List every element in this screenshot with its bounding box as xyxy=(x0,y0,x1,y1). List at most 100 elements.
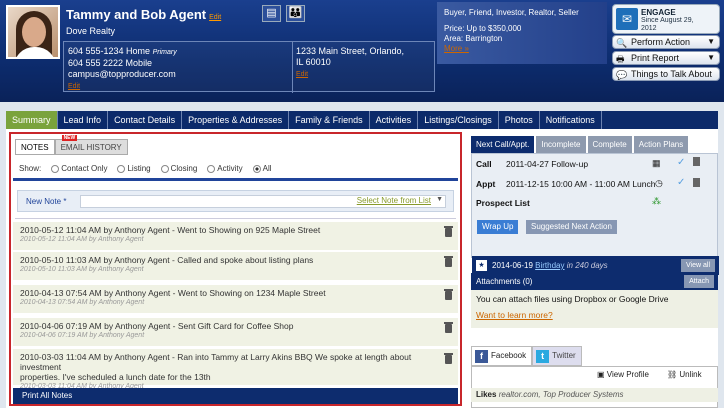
contact-name-text: Tammy and Bob Agent xyxy=(66,7,207,22)
print-report-label: Print Report xyxy=(631,53,680,63)
tab-email-history[interactable]: NEW EMAIL HISTORY xyxy=(54,135,128,155)
engage-since: Since August 29, xyxy=(641,17,694,24)
family-icon[interactable]: 👪 xyxy=(286,5,305,22)
tab-family-friends[interactable]: Family & Friends xyxy=(289,111,370,129)
trash-icon[interactable] xyxy=(444,226,453,237)
email[interactable]: campus@topproducer.com xyxy=(68,69,177,80)
wrap-up-button[interactable]: Wrap Up xyxy=(477,220,519,234)
divider xyxy=(15,218,456,219)
tab-lead-info[interactable]: Lead Info xyxy=(58,111,109,129)
tab-photos[interactable]: Photos xyxy=(499,111,540,129)
filter-listing[interactable]: Listing xyxy=(117,164,151,173)
chevron-down-icon: ▼ xyxy=(707,37,715,46)
main-nav: Summary Lead Info Contact Details Proper… xyxy=(6,111,718,129)
more-link[interactable]: More » xyxy=(444,44,469,53)
filter-label: Contact Only xyxy=(61,164,108,173)
contact-photo[interactable] xyxy=(6,5,60,59)
contact-summary-panel: Buyer, Friend, Investor, Realtor, Seller… xyxy=(437,2,607,64)
profile-icon: ▣ xyxy=(597,370,605,379)
tab-action-plans[interactable]: Action Plans xyxy=(633,136,689,153)
note-filter: Show: Contact Only Listing Closing Activ… xyxy=(19,164,272,173)
show-label: Show: xyxy=(19,164,42,173)
suggested-next-action-button[interactable]: Suggested Next Action xyxy=(526,220,617,234)
tab-incomplete[interactable]: Incomplete xyxy=(536,136,586,153)
tab-facebook[interactable]: f Facebook xyxy=(471,346,533,366)
note-item: 2010-05-10 11:03 AM by Anthony Agent - C… xyxy=(13,252,458,280)
perform-action-button[interactable]: 🔍 Perform Action ▼ xyxy=(612,35,720,49)
birthday-date: 2014-06-19 xyxy=(492,261,533,270)
trash-icon[interactable] xyxy=(444,353,453,364)
edit-name-link[interactable]: Edit xyxy=(209,14,221,21)
clock-icon[interactable]: ◷ xyxy=(655,178,663,189)
note-text: 2010-04-13 07:54 AM by Anthony Agent - W… xyxy=(20,288,326,298)
prospect-icon[interactable]: ⁂ xyxy=(652,196,661,207)
phone-mobile: 604 555 2222 Mobile xyxy=(68,58,153,68)
tab-properties[interactable]: Properties & Addresses xyxy=(182,111,290,129)
engage-title: ENGAGE xyxy=(641,8,676,17)
search-icon: 🔍 xyxy=(616,38,628,48)
contact-card-icon[interactable]: ▤ xyxy=(262,5,281,22)
tab-email-history-label: EMAIL HISTORY xyxy=(60,143,122,152)
view-profile-label: View Profile xyxy=(606,370,649,379)
filter-contact-only[interactable]: Contact Only xyxy=(51,164,107,173)
attachments-body: You can attach files using Dropbox or Go… xyxy=(471,290,718,328)
trash-icon[interactable] xyxy=(444,256,453,267)
edit-address-link[interactable]: Edit xyxy=(296,71,308,78)
trash-icon[interactable] xyxy=(693,157,700,166)
birthday-link[interactable]: Birthday xyxy=(535,261,564,270)
note-text: 2010-04-06 07:19 AM by Anthony Agent - S… xyxy=(20,321,294,331)
print-report-button[interactable]: 🖶 Print Report ▼ xyxy=(612,51,720,65)
learn-more-link[interactable]: Want to learn more? xyxy=(476,310,713,320)
trash-icon[interactable] xyxy=(444,289,453,300)
chevron-down-icon[interactable]: ▼ xyxy=(436,196,443,203)
filter-all[interactable]: All xyxy=(252,164,272,173)
note-text: 2010-05-10 11:03 AM by Anthony Agent - C… xyxy=(20,255,314,265)
attachments-header: Attachments (0) Attach xyxy=(471,273,718,290)
call-value[interactable]: 2011-04-27 Follow-up xyxy=(506,159,588,169)
tab-twitter[interactable]: t Twitter xyxy=(532,346,582,366)
note-meta: 2010-04-06 07:19 AM by Anthony Agent xyxy=(20,332,145,339)
note-meta: 2010-04-13 07:54 AM by Anthony Agent xyxy=(20,299,145,306)
appt-value[interactable]: 2011-12-15 10:00 AM - 11:00 AM Lunch xyxy=(506,179,655,189)
address-line-1: 1233 Main Street, Orlando, xyxy=(296,46,405,56)
tab-listings-closings[interactable]: Listings/Closings xyxy=(418,111,499,129)
unlink-label: Unlink xyxy=(679,370,702,379)
filter-closing[interactable]: Closing xyxy=(160,164,197,173)
print-all-notes-button[interactable]: Print All Notes xyxy=(13,388,458,404)
engage-badge[interactable]: ✉ ENGAGE Since August 29, 2012 xyxy=(612,4,720,34)
note-item: 2010-04-13 07:54 AM by Anthony Agent - W… xyxy=(13,285,458,313)
trash-icon[interactable] xyxy=(693,178,700,187)
attach-button[interactable]: Attach xyxy=(684,275,714,288)
edit-contact-link[interactable]: Edit xyxy=(68,83,80,90)
tab-summary[interactable]: Summary xyxy=(6,111,58,129)
new-note-row: New Note * Select Note from List ▼ xyxy=(17,190,454,212)
price-range: Price: Up to $350,000 xyxy=(444,24,522,33)
contact-types: Buyer, Friend, Investor, Realtor, Seller xyxy=(444,8,579,17)
note-item: 2010-03-03 11:04 AM by Anthony Agent - R… xyxy=(13,349,458,390)
tab-activities[interactable]: Activities xyxy=(370,111,419,129)
phone-primary-tag: Primary xyxy=(152,49,177,56)
filter-label: All xyxy=(262,164,272,173)
tab-notifications[interactable]: Notifications xyxy=(540,111,602,129)
contact-header: Tammy and Bob Agent Edit Dove Realty ▤ 👪 … xyxy=(0,0,724,102)
check-icon[interactable]: ✓ xyxy=(677,177,685,188)
divider xyxy=(13,178,458,181)
things-to-talk-button[interactable]: 💬 Things to Talk About xyxy=(612,67,720,81)
prospect-list: Prospect List xyxy=(476,198,530,208)
tab-next-call[interactable]: Next Call/Appt. xyxy=(471,136,535,153)
filter-activity[interactable]: Activity xyxy=(207,164,243,173)
view-all-button[interactable]: View all xyxy=(681,259,715,272)
note-meta: 2010-05-12 11:04 AM by Anthony Agent xyxy=(20,236,144,243)
note-text: 2010-05-12 11:04 AM by Anthony Agent - W… xyxy=(20,225,321,235)
trash-icon[interactable] xyxy=(444,322,453,333)
calendar-icon[interactable]: ▦ xyxy=(652,158,661,169)
tab-complete[interactable]: Complete xyxy=(587,136,632,153)
tab-notes[interactable]: NOTES xyxy=(15,139,55,155)
unlink-button[interactable]: ⛓ Unlink xyxy=(667,370,702,379)
view-profile-button[interactable]: ▣ View Profile xyxy=(597,370,649,379)
tab-contact-details[interactable]: Contact Details xyxy=(108,111,183,129)
select-note-link[interactable]: Select Note from List xyxy=(357,196,431,205)
printer-icon: 🖶 xyxy=(616,54,625,64)
check-icon[interactable]: ✓ xyxy=(677,157,685,168)
address-line-2: IL 60010 xyxy=(296,57,331,67)
